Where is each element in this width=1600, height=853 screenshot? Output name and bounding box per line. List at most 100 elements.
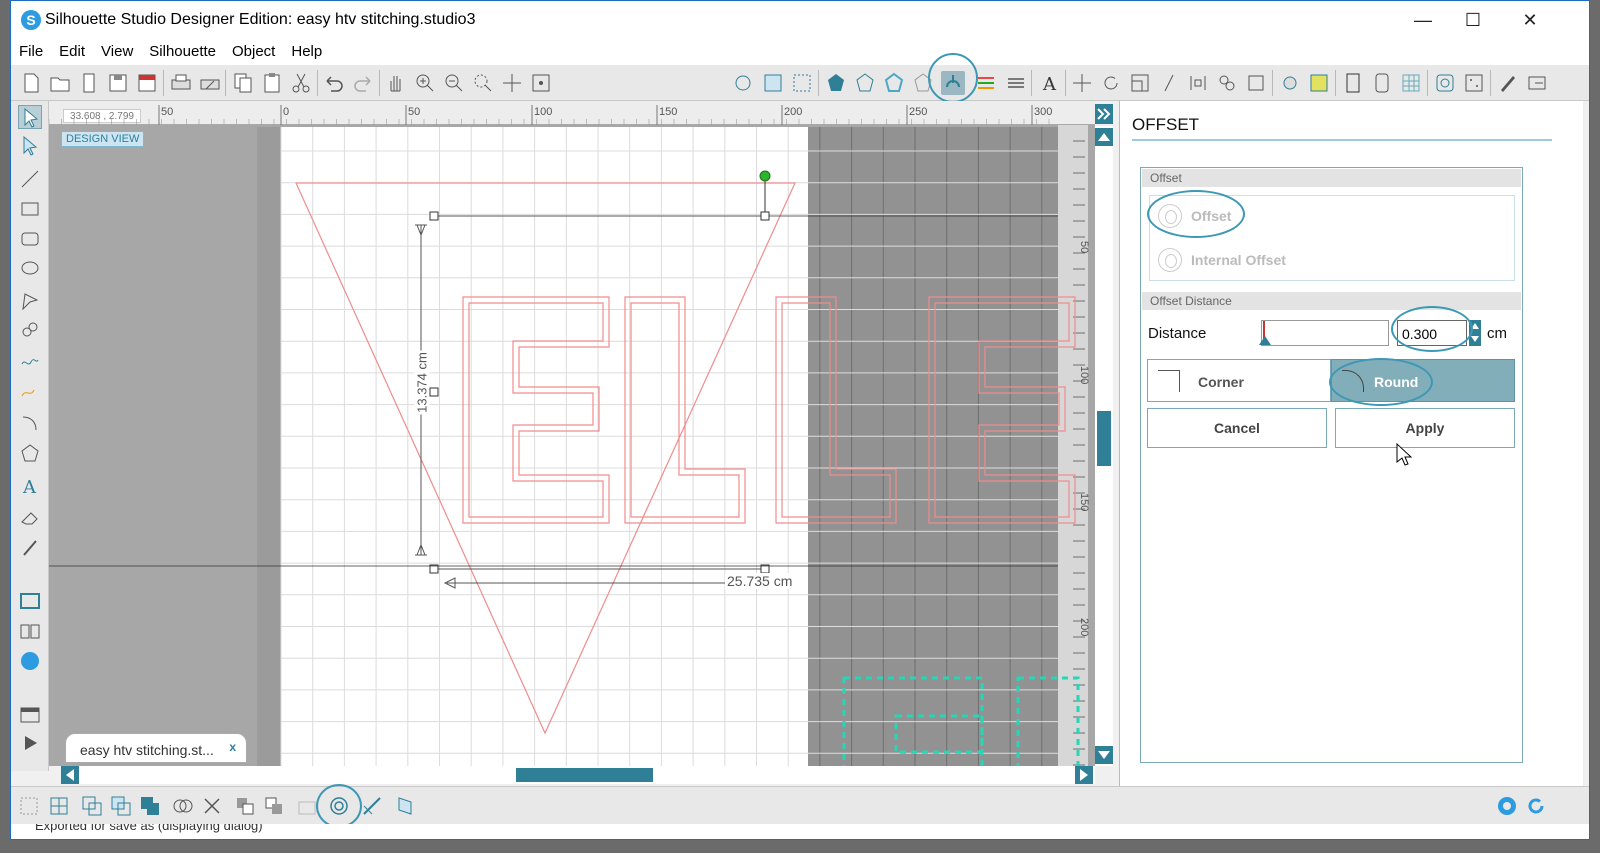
curve-tool-icon[interactable] [18, 318, 42, 342]
slider-thumb[interactable] [1259, 336, 1271, 345]
ellipse-tool-icon[interactable] [18, 256, 42, 280]
redo-icon[interactable] [351, 71, 375, 95]
rounded-rectangle-icon[interactable] [18, 227, 42, 251]
design-canvas[interactable]: 33.608 , 2.799 50 0 50 100 150 200 250 300 50 100… [49, 101, 1095, 766]
line-tool-icon[interactable] [18, 167, 42, 191]
save-icon[interactable] [106, 71, 130, 95]
close-tab-icon[interactable]: x [229, 740, 236, 754]
fill-color-icon[interactable] [824, 71, 848, 95]
scroll-right-icon[interactable] [1075, 766, 1093, 784]
send-panel-icon[interactable] [18, 703, 42, 727]
menu-edit[interactable]: Edit [51, 39, 93, 65]
silhouette-store-icon[interactable] [18, 649, 42, 673]
maximize-button[interactable]: ☐ [1453, 7, 1493, 33]
registration-marks-icon[interactable] [790, 71, 814, 95]
fit-to-page-icon[interactable] [529, 71, 553, 95]
minimize-button[interactable]: — [1403, 7, 1443, 33]
menu-silhouette[interactable]: Silhouette [141, 39, 224, 65]
horizontal-scrollbar[interactable] [61, 766, 1095, 784]
fill-gradient-icon[interactable] [853, 71, 877, 95]
bring-to-front-icon[interactable] [233, 794, 257, 818]
grid-icon[interactable] [1399, 71, 1423, 95]
cut-scissors-icon[interactable] [289, 71, 313, 95]
new-document-icon[interactable] [19, 71, 43, 95]
rotate-handle[interactable] [759, 170, 771, 182]
horizontal-scroll-thumb[interactable] [516, 768, 653, 782]
zoom-select-icon[interactable] [471, 71, 495, 95]
scroll-left-icon[interactable] [61, 766, 79, 784]
send-to-device-icon[interactable] [1341, 71, 1365, 95]
open-folder-icon[interactable] [48, 71, 72, 95]
replicate-icon[interactable] [1215, 71, 1239, 95]
print-cut-border-icon[interactable] [1307, 71, 1331, 95]
shear-icon[interactable] [1157, 71, 1181, 95]
select-arrow-icon[interactable] [18, 105, 42, 129]
refresh-sync-icon[interactable] [1524, 794, 1548, 818]
zoom-out-icon[interactable] [442, 71, 466, 95]
print-icon[interactable] [169, 71, 193, 95]
knife-bottom-icon[interactable] [393, 794, 417, 818]
elle-letters-outline[interactable] [462, 296, 1076, 524]
offset-panel-icon[interactable] [1433, 71, 1457, 95]
settings-gear-icon[interactable] [1495, 794, 1519, 818]
fill-pattern-icon[interactable] [882, 71, 906, 95]
arc-tool-icon[interactable] [18, 411, 42, 435]
panel-expand-icon[interactable] [1095, 104, 1113, 124]
design-view-icon[interactable] [18, 589, 42, 613]
vertical-scroll-thumb[interactable] [1097, 411, 1111, 466]
line-color-icon[interactable] [974, 71, 998, 95]
zoom-in-icon[interactable] [413, 71, 437, 95]
offset-option[interactable]: Offset [1158, 201, 1358, 231]
group-icon[interactable] [17, 794, 41, 818]
offset-tool-icon[interactable] [941, 71, 965, 95]
scroll-up-icon[interactable] [1095, 128, 1113, 146]
release-compound-icon[interactable] [109, 794, 133, 818]
scroll-down-icon[interactable] [1095, 746, 1113, 764]
knife-tool-icon[interactable] [18, 535, 42, 559]
document-tab[interactable]: easy htv stitching.st... x [65, 733, 247, 763]
round-button[interactable]: Round [1331, 359, 1515, 402]
ungroup-icon[interactable] [47, 794, 71, 818]
menu-file[interactable]: File [11, 39, 51, 65]
send-to-back-icon[interactable] [262, 794, 286, 818]
eraser-tool-icon[interactable] [18, 506, 42, 530]
menu-object[interactable]: Object [224, 39, 283, 65]
point-edit-icon[interactable] [18, 134, 42, 158]
undo-icon[interactable] [322, 71, 346, 95]
polygon-tool-icon[interactable] [18, 289, 42, 313]
delete-icon[interactable] [200, 794, 224, 818]
text-style-icon[interactable]: A [1037, 71, 1061, 95]
align-icon[interactable] [1186, 71, 1210, 95]
weld-icon[interactable] [138, 794, 162, 818]
regular-polygon-icon[interactable] [18, 441, 42, 465]
menu-help[interactable]: Help [283, 39, 330, 65]
apply-button[interactable]: Apply [1335, 408, 1515, 448]
paste-icon[interactable] [260, 71, 284, 95]
sketch-icon[interactable] [1496, 71, 1520, 95]
close-button[interactable]: ✕ [1510, 7, 1550, 33]
pan-hand-icon[interactable] [384, 71, 408, 95]
duplicate-icon[interactable] [171, 794, 195, 818]
internal-offset-option[interactable]: Internal Offset [1158, 245, 1358, 275]
play-icon[interactable] [18, 731, 42, 755]
triangle-shape[interactable] [295, 182, 796, 735]
library-view-icon[interactable] [18, 619, 42, 643]
pixscan-icon[interactable] [1462, 71, 1486, 95]
menu-view[interactable]: View [93, 39, 141, 65]
library-icon[interactable] [77, 71, 101, 95]
release-icon[interactable] [295, 794, 319, 818]
rectangle-tool-icon[interactable] [18, 197, 42, 221]
distance-stepper[interactable] [1469, 320, 1481, 346]
modify-icon[interactable] [1244, 71, 1268, 95]
text-tool-icon[interactable]: A [18, 474, 42, 498]
distance-slider[interactable] [1259, 320, 1389, 346]
eraser-icon[interactable] [731, 71, 755, 95]
line-style-icon[interactable] [911, 71, 935, 95]
trace-bottom-icon[interactable] [360, 794, 384, 818]
send-icon[interactable] [1525, 71, 1549, 95]
line-width-icon[interactable] [1004, 71, 1028, 95]
rotate-icon[interactable] [1099, 71, 1123, 95]
smooth-freehand-icon[interactable] [18, 378, 42, 402]
save-library-icon[interactable] [135, 71, 159, 95]
make-compound-icon[interactable] [80, 794, 104, 818]
